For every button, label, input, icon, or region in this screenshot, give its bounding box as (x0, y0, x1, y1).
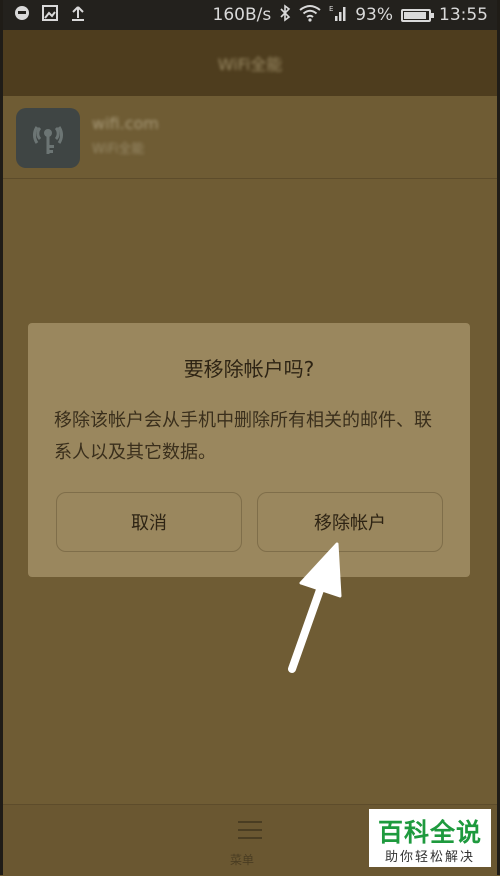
dialog-message: 移除该帐户会从手机中删除所有相关的邮件、联系人以及其它数据。 (54, 410, 432, 463)
account-row[interactable]: wifi.com WiFi全能 (0, 96, 500, 179)
image-icon (42, 4, 58, 26)
clock: 13:55 (439, 5, 488, 25)
dialog-title: 要移除帐户吗? (183, 357, 315, 381)
status-bar: 160B/s E 93% 13:55 (0, 0, 500, 30)
baike-watermark-logo: 百科全说 助你轻松解决 (369, 809, 491, 867)
message-icon (14, 5, 30, 26)
upload-icon (70, 5, 86, 26)
watermark-subtitle: 助你轻松解决 (384, 850, 475, 865)
bluetooth-icon (279, 3, 291, 27)
account-name: wifi.com (92, 114, 159, 133)
battery-level: 93% (355, 5, 393, 25)
app-bar: WiFi全能 (0, 30, 500, 96)
menu-icon[interactable] (238, 821, 262, 839)
page-title: WiFi全能 (217, 55, 283, 74)
watermark-title: 百科全说 (377, 818, 482, 847)
remove-account-button[interactable]: 移除帐户 (257, 492, 443, 552)
net-speed: 160B/s (212, 5, 272, 25)
wifi-icon (299, 4, 321, 27)
account-type: WiFi全能 (92, 142, 145, 157)
menu-label[interactable]: 菜单 (230, 851, 254, 868)
cancel-button[interactable]: 取消 (56, 492, 242, 552)
remove-account-dialog: 要移除帐户吗? 移除该帐户会从手机中删除所有相关的邮件、联系人以及其它数据。 取… (28, 323, 470, 577)
wifi-key-app-icon (16, 108, 80, 168)
battery-icon (401, 8, 434, 22)
cell-signal-icon: E (329, 4, 347, 27)
network-type: E (329, 5, 333, 13)
